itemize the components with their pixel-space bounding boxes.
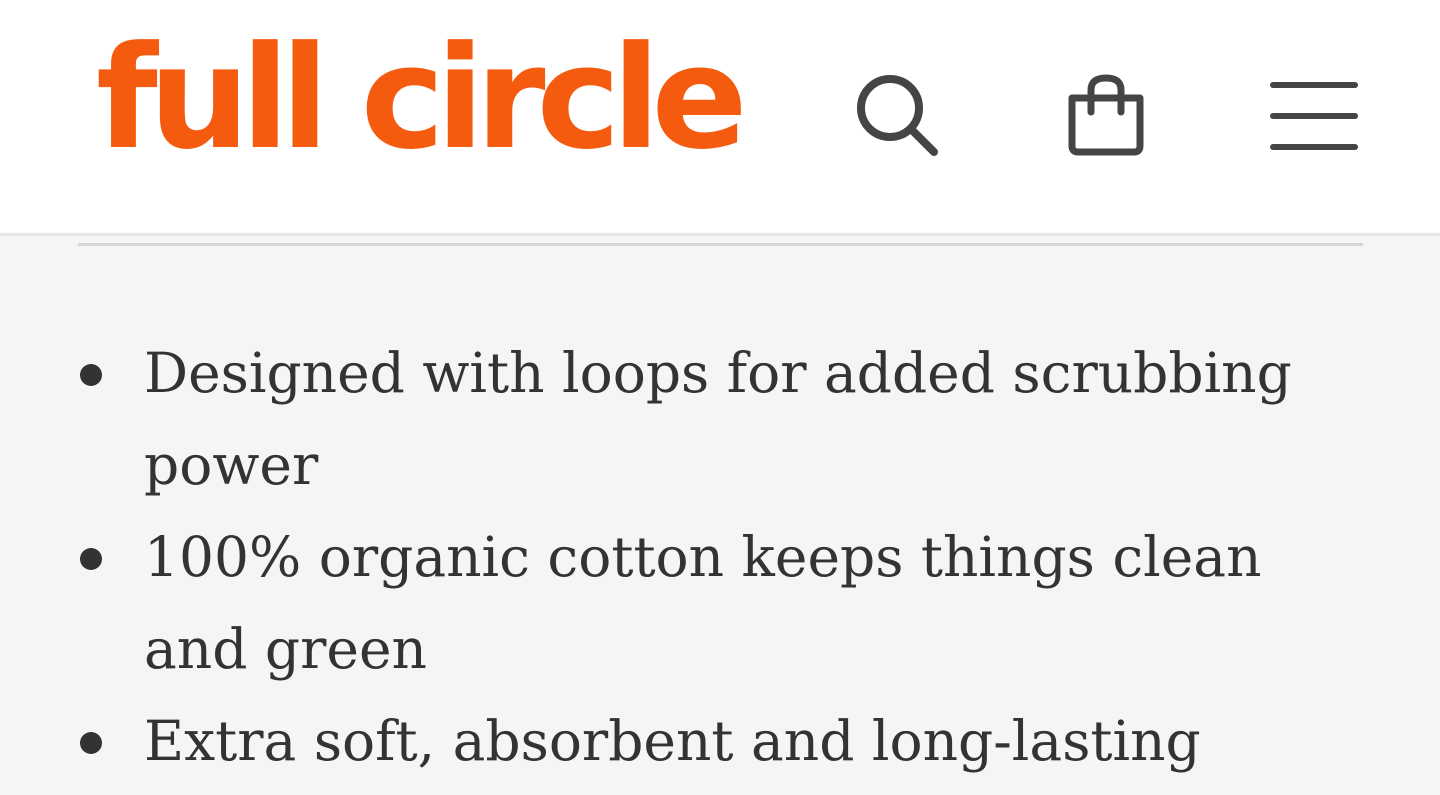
bullet-icon xyxy=(80,732,102,754)
feature-item: Extra soft, absorbent and long-lasting xyxy=(78,695,1338,787)
feature-text: Designed with loops for added scrubbing … xyxy=(144,341,1292,497)
feature-item: 100% organic cotton keeps things clean a… xyxy=(78,511,1338,695)
cart-button[interactable] xyxy=(1058,68,1154,164)
hamburger-menu-icon xyxy=(1270,82,1358,150)
feature-text: Extra soft, absorbent and long-lasting xyxy=(144,709,1201,773)
feature-item: Designed with loops for added scrubbing … xyxy=(78,327,1338,511)
search-button[interactable] xyxy=(850,70,946,160)
feature-list: Designed with loops for added scrubbing … xyxy=(78,327,1338,787)
shopping-bag-icon xyxy=(1068,74,1144,156)
bullet-icon xyxy=(80,548,102,570)
search-icon xyxy=(857,75,938,156)
product-details: Designed with loops for added scrubbing … xyxy=(0,239,1440,795)
bullet-icon xyxy=(80,364,102,386)
section-divider xyxy=(78,243,1363,246)
registered-mark-icon xyxy=(678,72,690,84)
brand-logo[interactable]: full circle xyxy=(96,28,748,170)
feature-text: 100% organic cotton keeps things clean a… xyxy=(144,525,1262,681)
menu-button[interactable] xyxy=(1262,74,1366,158)
site-header: full circle xyxy=(0,0,1440,236)
